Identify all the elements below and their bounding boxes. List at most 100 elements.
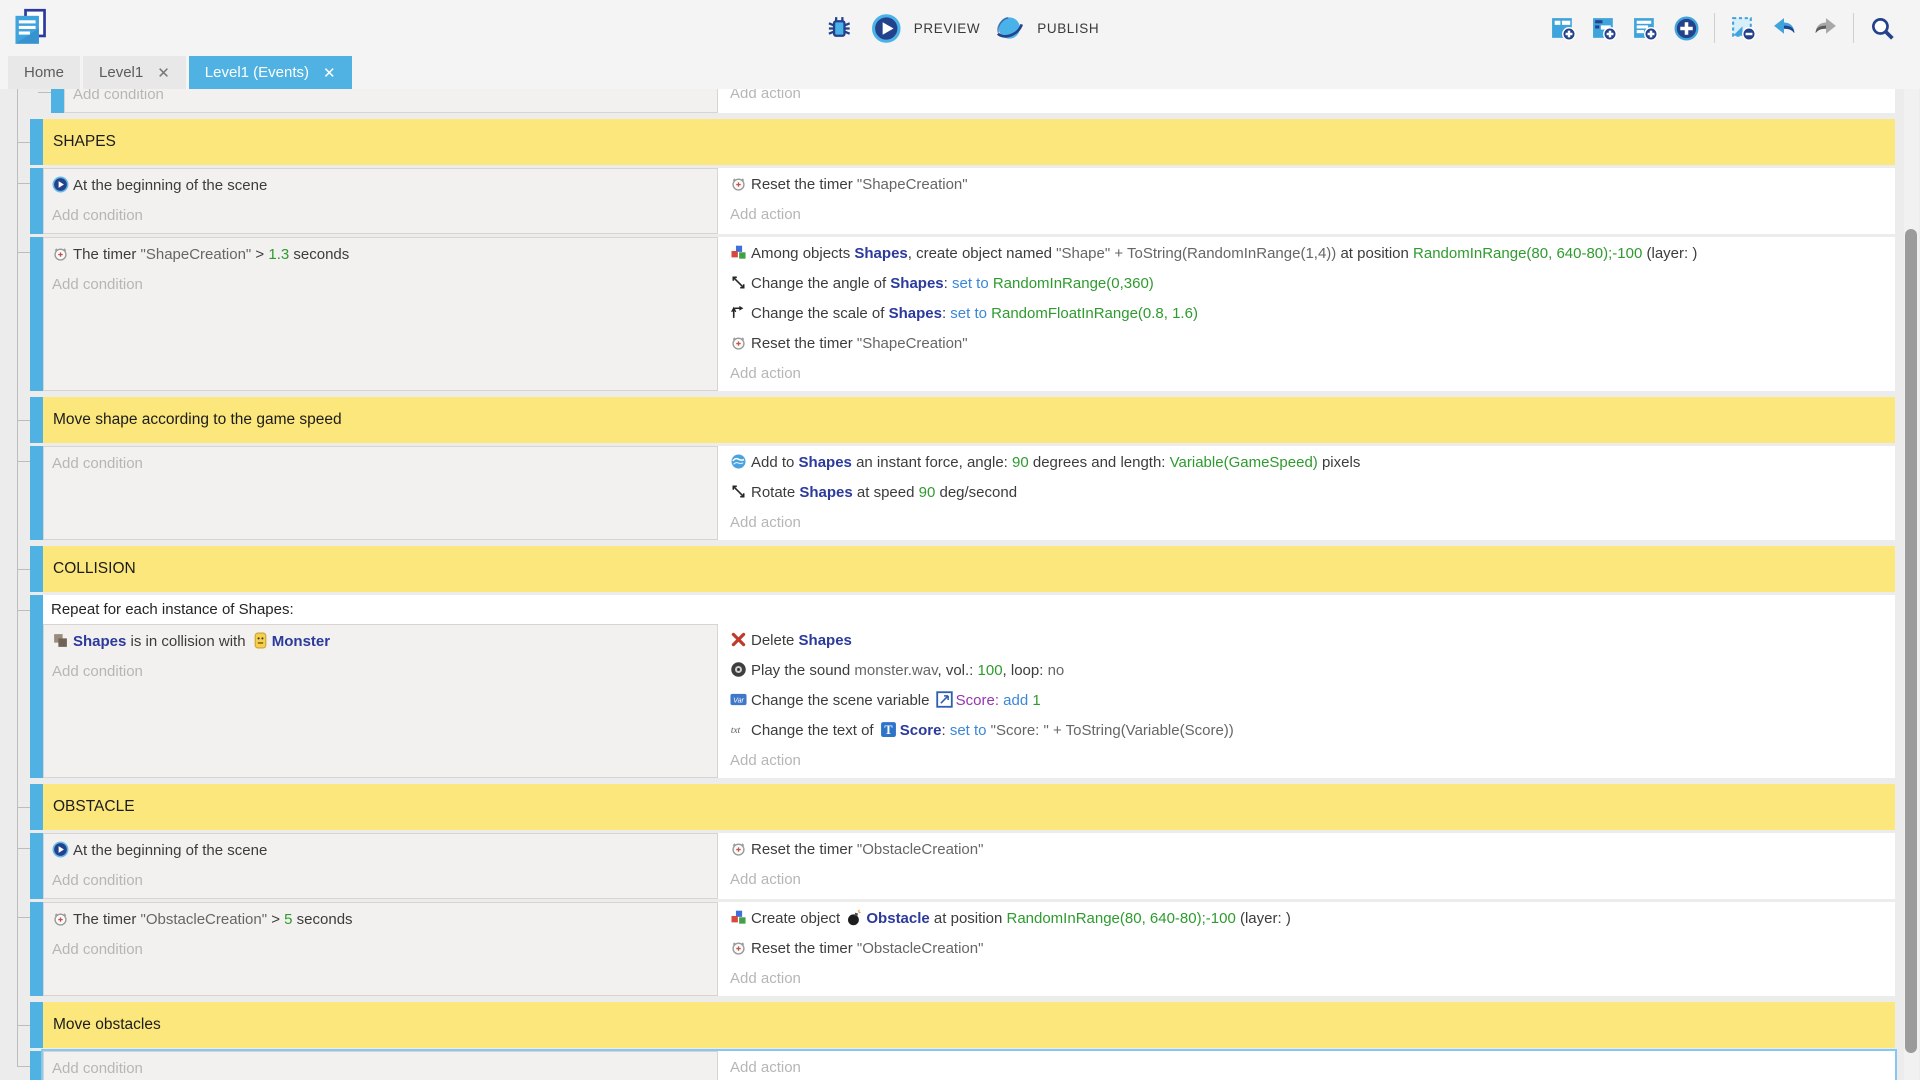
action-line[interactable]: Play the sound monster.wav, vol.: 100, l…: [730, 656, 1879, 686]
event-row[interactable]: Add condition Add to Shapes an instant fo…: [30, 446, 1895, 540]
redo-button[interactable]: [1807, 10, 1843, 46]
tree-tick: [17, 252, 30, 253]
group-header[interactable]: Move shape according to the game speed: [30, 397, 1895, 443]
undo-button[interactable]: [1766, 10, 1802, 46]
actions-column[interactable]: Reset the timer "ShapeCreation"Add actio…: [718, 168, 984, 234]
add-circle-button[interactable]: [1668, 10, 1704, 46]
condition-line[interactable]: The timer "ShapeCreation" > 1.3 seconds: [52, 240, 707, 270]
tab-level1-events[interactable]: Level1 (Events) ✕: [189, 56, 352, 89]
event-handle[interactable]: [30, 1002, 43, 1048]
close-icon[interactable]: ✕: [323, 64, 336, 82]
action-line[interactable]: txtChange the text of TScore: set to "Sc…: [730, 716, 1879, 746]
actions-column[interactable]: Add to Shapes an instant force, angle: 9…: [718, 446, 1376, 540]
add-action-link[interactable]: Add action: [730, 89, 1879, 109]
add-condition-link[interactable]: Add condition: [73, 89, 707, 110]
publish-button[interactable]: PUBLISH: [994, 13, 1099, 44]
add-action-link[interactable]: Add action: [730, 746, 1879, 776]
action-line[interactable]: Reset the timer "ObstacleCreation": [730, 934, 1291, 964]
add-condition-link[interactable]: Add condition: [52, 1054, 707, 1080]
event-handle[interactable]: [30, 397, 43, 443]
event-handle[interactable]: [30, 595, 43, 778]
scrollbar-thumb[interactable]: [1905, 229, 1917, 1053]
debugger-icon[interactable]: [821, 10, 857, 46]
condition-line[interactable]: At the beginning of the scene: [52, 836, 707, 866]
action-line[interactable]: Reset the timer "ShapeCreation": [730, 170, 968, 200]
conditions-column[interactable]: At the beginning of the sceneAdd conditi…: [43, 833, 718, 899]
actions-column[interactable]: Add action: [718, 89, 1895, 113]
remove-selection-button[interactable]: [1725, 10, 1761, 46]
search-button[interactable]: [1864, 10, 1900, 46]
conditions-column[interactable]: Shapes is in collision with MonsterAdd c…: [43, 624, 718, 778]
add-subevent-button[interactable]: [1586, 10, 1622, 46]
tab-home[interactable]: Home: [8, 56, 80, 89]
add-condition-link[interactable]: Add condition: [52, 449, 707, 479]
event-handle[interactable]: [51, 89, 64, 113]
close-icon[interactable]: ✕: [157, 64, 170, 82]
tab-level1[interactable]: Level1 ✕: [83, 56, 186, 89]
add-action-link[interactable]: Add action: [730, 964, 1291, 994]
event-handle[interactable]: [30, 168, 43, 234]
app-menu-icon[interactable]: [10, 7, 50, 47]
group-header[interactable]: Move obstacles: [30, 1002, 1895, 1048]
conditions-column[interactable]: The timer "ShapeCreation" > 1.3 secondsA…: [43, 237, 718, 391]
event-row-selected[interactable]: Add condition Add action: [30, 1051, 1895, 1080]
add-condition-link[interactable]: Add condition: [52, 270, 707, 300]
preview-button[interactable]: PREVIEW: [871, 13, 980, 44]
actions-column[interactable]: Add action: [718, 1051, 817, 1080]
actions-column[interactable]: Among objects Shapes, create object name…: [718, 237, 1713, 391]
event-handle[interactable]: [30, 784, 43, 830]
condition-line[interactable]: At the beginning of the scene: [52, 171, 707, 201]
add-comment-button[interactable]: [1627, 10, 1663, 46]
condition-line[interactable]: The timer "ObstacleCreation" > 5 seconds: [52, 905, 707, 935]
add-condition-link[interactable]: Add condition: [52, 866, 707, 896]
action-line[interactable]: VarChange the scene variable Score: add …: [730, 686, 1879, 716]
actions-column[interactable]: Create object Obstacle at position Rando…: [718, 902, 1307, 996]
conditions-column[interactable]: Add condition: [43, 446, 718, 540]
condition-line[interactable]: Shapes is in collision with Monster: [52, 627, 707, 657]
group-header[interactable]: OBSTACLE: [30, 784, 1895, 830]
add-condition-link[interactable]: Add condition: [52, 657, 707, 687]
event-row-partial[interactable]: Add condition Add action: [51, 89, 1895, 113]
action-line[interactable]: Create object Obstacle at position Rando…: [730, 904, 1291, 934]
foreach-header[interactable]: Repeat for each instance of Shapes:: [43, 595, 1895, 624]
action-line[interactable]: Add to Shapes an instant force, angle: 9…: [730, 448, 1360, 478]
event-row[interactable]: At the beginning of the sceneAdd conditi…: [30, 833, 1895, 899]
add-action-link[interactable]: Add action: [730, 865, 983, 895]
action-line[interactable]: Reset the timer "ShapeCreation": [730, 329, 1697, 359]
add-action-link[interactable]: Add action: [730, 508, 1360, 538]
add-condition-link[interactable]: Add condition: [52, 201, 707, 231]
add-action-link[interactable]: Add action: [730, 200, 968, 230]
action-line[interactable]: Change the scale of Shapes: set to Rando…: [730, 299, 1697, 329]
add-action-link[interactable]: Add action: [730, 359, 1697, 389]
conditions-column[interactable]: Add condition: [43, 1051, 718, 1080]
event-handle[interactable]: [30, 119, 43, 165]
add-action-link[interactable]: Add action: [730, 1053, 801, 1080]
event-row[interactable]: At the beginning of the sceneAdd conditi…: [30, 168, 1895, 234]
conditions-column[interactable]: The timer "ObstacleCreation" > 5 seconds…: [43, 902, 718, 996]
event-handle[interactable]: [30, 446, 43, 540]
event-handle[interactable]: [30, 902, 43, 996]
text-segment: is in collision with: [126, 633, 249, 650]
event-handle[interactable]: [30, 1051, 43, 1080]
conditions-column[interactable]: Add condition: [64, 89, 718, 113]
event-handle[interactable]: [30, 833, 43, 899]
foreach-event-row[interactable]: Repeat for each instance of Shapes:Shape…: [30, 595, 1895, 778]
action-line[interactable]: Rotate Shapes at speed 90 deg/second: [730, 478, 1360, 508]
action-line[interactable]: Delete Shapes: [730, 626, 1879, 656]
add-event-button[interactable]: [1545, 10, 1581, 46]
event-row[interactable]: The timer "ShapeCreation" > 1.3 secondsA…: [30, 237, 1895, 391]
actions-column[interactable]: Delete ShapesPlay the sound monster.wav,…: [718, 624, 1895, 778]
event-row[interactable]: The timer "ObstacleCreation" > 5 seconds…: [30, 902, 1895, 996]
scrollbar-track[interactable]: [1904, 89, 1919, 1080]
actions-column[interactable]: Reset the timer "ObstacleCreation"Add ac…: [718, 833, 999, 899]
add-condition-link[interactable]: Add condition: [52, 935, 707, 965]
action-line[interactable]: Change the angle of Shapes: set to Rando…: [730, 269, 1697, 299]
group-header[interactable]: SHAPES: [30, 119, 1895, 165]
event-handle[interactable]: [30, 237, 43, 391]
group-header[interactable]: COLLISION: [30, 546, 1895, 592]
search-icon: [1869, 15, 1896, 42]
action-line[interactable]: Reset the timer "ObstacleCreation": [730, 835, 983, 865]
action-line[interactable]: Among objects Shapes, create object name…: [730, 239, 1697, 269]
event-handle[interactable]: [30, 546, 43, 592]
conditions-column[interactable]: At the beginning of the sceneAdd conditi…: [43, 168, 718, 234]
